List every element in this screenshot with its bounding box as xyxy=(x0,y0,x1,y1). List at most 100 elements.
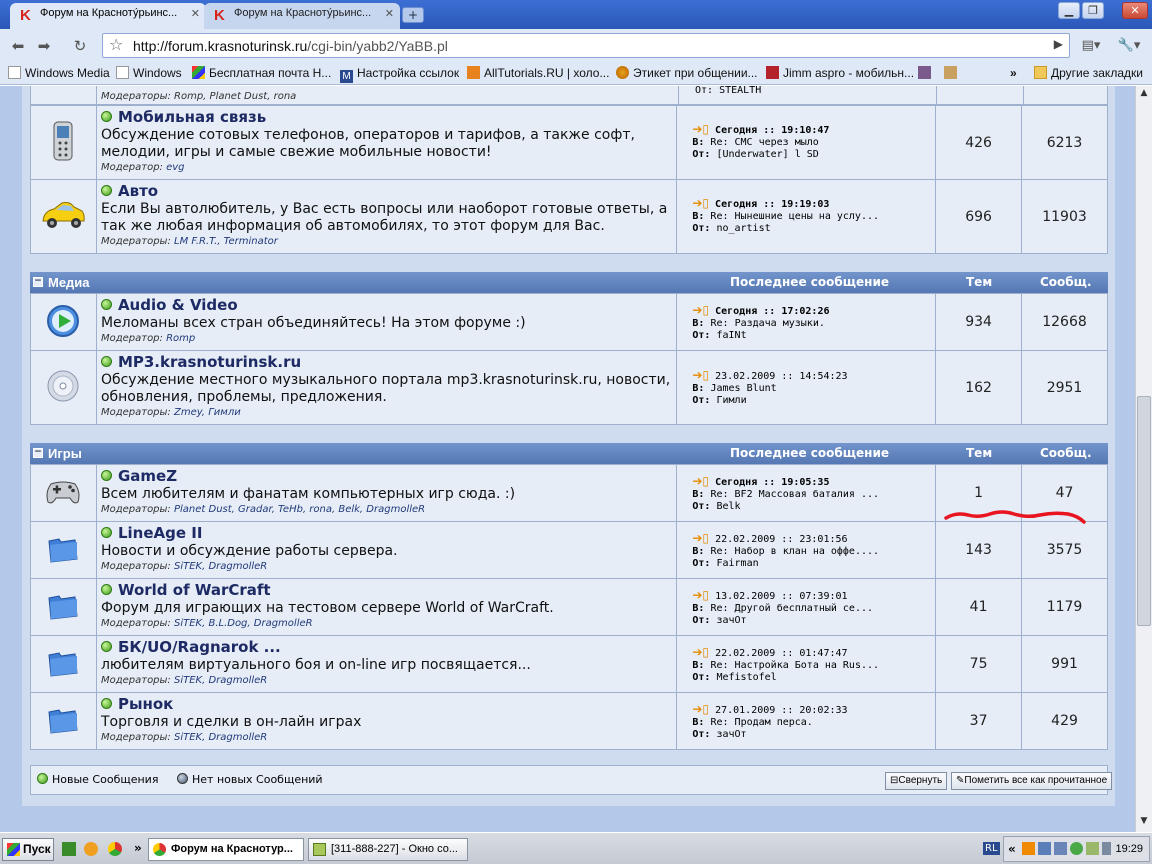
last-post-thread[interactable]: В: Re: Другой бесплатный се... xyxy=(692,603,935,615)
forum-row[interactable]: Мобильная связь Обсуждение сотовых телеф… xyxy=(30,105,1108,180)
bookmark-windows[interactable]: Windows xyxy=(116,66,182,80)
star-icon[interactable]: ☆ xyxy=(109,35,123,54)
forum-title[interactable]: Мобильная связь xyxy=(100,108,672,126)
tray-icon[interactable] xyxy=(1038,842,1051,855)
last-post-date[interactable]: ➔▯ 27.01.2009 :: 20:02:33 xyxy=(692,703,935,717)
last-post-date[interactable]: ➔▯ Сегодня :: 19:05:35 xyxy=(692,475,935,489)
forum-title[interactable]: Авто xyxy=(100,182,672,200)
maximize-button[interactable]: ❐ xyxy=(1082,2,1104,19)
last-post-date[interactable]: ➔▯ Сегодня :: 19:10:47 xyxy=(692,123,935,137)
forum-row[interactable]: БК/UO/Ragnarok ... любителям виртуальног… xyxy=(30,635,1108,693)
last-post-author[interactable]: От: зачОт xyxy=(692,729,935,741)
last-post-date[interactable]: ➔▯ 13.02.2009 :: 07:39:01 xyxy=(692,589,935,603)
quicklaunch-icon[interactable] xyxy=(84,842,98,856)
wrench-menu-icon[interactable]: 🔧▾ xyxy=(1112,35,1146,57)
forum-row[interactable]: LineAge II Новости и обсуждение работы с… xyxy=(30,521,1108,579)
tray-icon[interactable] xyxy=(1054,842,1067,855)
last-post-author[interactable]: От: faINt xyxy=(692,330,935,342)
bookmark-mail[interactable]: Бесплатная почта Н... xyxy=(192,66,331,80)
windows-logo-icon xyxy=(7,843,20,856)
bookmark-windows-media[interactable]: Windows Media xyxy=(8,66,110,80)
forum-title[interactable]: LineAge II xyxy=(100,524,672,542)
last-post-author[interactable]: От: no_artist xyxy=(692,223,935,235)
close-window-button[interactable]: ✕ xyxy=(1122,2,1148,19)
tray-icon[interactable] xyxy=(1070,842,1083,855)
last-post-thread[interactable]: В: Re: Набор в клан на оффе.... xyxy=(692,546,935,558)
language-indicator[interactable]: RL xyxy=(983,842,1000,855)
collapse-icon[interactable]: − xyxy=(33,448,43,458)
forum-title[interactable]: World of WarCraft xyxy=(100,581,672,599)
forum-title[interactable]: Рынок xyxy=(100,695,672,713)
mark-all-read-button[interactable]: ✎Пометить все как прочитанное xyxy=(951,772,1113,790)
page-menu-icon[interactable]: ▤▾ xyxy=(1076,35,1106,57)
bookmark-other-folder[interactable]: Другие закладки xyxy=(1034,66,1143,80)
quicklaunch-overflow-icon[interactable]: » xyxy=(134,841,142,855)
last-post-author[interactable]: От: Mefistofel xyxy=(692,672,935,684)
last-post-thread[interactable]: В: Re: Раздача музыки. xyxy=(692,318,935,330)
forum-row[interactable]: Рынок Торговля и сделки в он-лайн играх … xyxy=(30,692,1108,750)
tray-icon[interactable] xyxy=(1086,842,1099,855)
tray-expand-icon[interactable]: « xyxy=(1008,842,1016,856)
goto-post-icon: ➔▯ xyxy=(692,645,710,659)
last-post-thread[interactable]: В: Re: Настройка Бота на Rus... xyxy=(692,660,935,672)
category-title[interactable]: Игры xyxy=(48,446,82,461)
last-post-date[interactable]: ➔▯ Сегодня :: 17:02:26 xyxy=(692,304,935,318)
last-post-thread[interactable]: В: James Blunt xyxy=(692,383,935,395)
last-post-author[interactable]: От: [Underwater] l SD xyxy=(692,149,935,161)
reload-button[interactable]: ↻ xyxy=(68,35,92,57)
forum-title[interactable]: Audio & Video xyxy=(100,296,672,314)
forward-button[interactable]: ➡ xyxy=(32,35,56,57)
scroll-up-icon[interactable]: ▲ xyxy=(1137,88,1151,102)
vertical-scrollbar[interactable]: ▲ ▼ xyxy=(1135,86,1152,832)
bookmark-etiquette[interactable]: Этикет при общении... xyxy=(616,66,758,80)
forum-title[interactable]: БК/UO/Ragnarok ... xyxy=(100,638,672,656)
last-post-date[interactable]: ➔▯ 22.02.2009 :: 23:01:56 xyxy=(692,532,935,546)
bookmark-links-settings[interactable]: M Настройка ссылок xyxy=(340,66,459,83)
last-post-author[interactable]: От: Belk xyxy=(692,501,935,513)
forum-description: Торговля и сделки в он-лайн играх xyxy=(100,714,362,730)
chrome-icon[interactable] xyxy=(108,842,122,856)
close-tab-icon[interactable]: ✕ xyxy=(385,7,394,20)
collapse-all-button[interactable]: ⊟Свернуть xyxy=(885,772,948,790)
last-post-thread[interactable]: В: Re: Нынешние цены на услу... xyxy=(692,211,935,223)
last-post-thread[interactable]: В: Re: BF2 Массовая баталия ... xyxy=(692,489,935,501)
scroll-thumb[interactable] xyxy=(1137,396,1151,626)
collapse-icon[interactable]: − xyxy=(33,277,43,287)
volume-icon[interactable] xyxy=(1102,842,1111,855)
bookmark-icon-1[interactable] xyxy=(918,66,935,80)
close-tab-icon[interactable]: ✕ xyxy=(191,7,200,20)
forum-title[interactable]: GameZ xyxy=(100,467,672,485)
back-button[interactable]: ⬅ xyxy=(6,35,30,57)
forum-row[interactable]: World of WarCraft Форум для играющих на … xyxy=(30,578,1108,636)
forum-row[interactable]: Audio & Video Меломаны всех стран объеди… xyxy=(30,293,1108,351)
forum-row[interactable]: MP3.krasnoturinsk.ru Обсуждение местного… xyxy=(30,350,1108,425)
last-post-author[interactable]: От: зачОт xyxy=(692,615,935,627)
forum-row[interactable]: Авто Если Вы автолюбитель, у Вас есть во… xyxy=(30,179,1108,254)
forum-title[interactable]: MP3.krasnoturinsk.ru xyxy=(100,353,672,371)
last-post-date[interactable]: ➔▯ 23.02.2009 :: 14:54:23 xyxy=(692,369,935,383)
minimize-button[interactable]: ▁ xyxy=(1058,2,1080,19)
bookmark-icon-2[interactable] xyxy=(944,66,961,80)
last-post-thread[interactable]: В: Re: Продам перса. xyxy=(692,717,935,729)
tab-forum-1[interactable]: K Форум на Красноту́рьинс... ✕ xyxy=(10,3,206,29)
last-post-author[interactable]: От: Fairman xyxy=(692,558,935,570)
address-bar[interactable]: ☆ http://forum.krasnoturinsk.ru/cgi-bin/… xyxy=(102,33,1070,58)
go-icon[interactable]: ▶ xyxy=(1054,37,1063,51)
bookmark-alltutorials[interactable]: AllTutorials.RU | холо... xyxy=(467,66,609,80)
bookmarks-overflow-icon[interactable]: » xyxy=(1010,66,1017,80)
last-post-thread[interactable]: В: Re: СМС через мыло xyxy=(692,137,935,149)
last-post-author[interactable]: От: Гимли xyxy=(692,395,935,407)
tab-forum-2[interactable]: K Форум на Красноту́рьинс... ✕ xyxy=(204,3,400,29)
start-button[interactable]: Пуск xyxy=(2,838,54,861)
scroll-down-icon[interactable]: ▼ xyxy=(1137,816,1151,830)
tray-icon[interactable] xyxy=(1022,842,1035,855)
last-post-date[interactable]: ➔▯ 22.02.2009 :: 01:47:47 xyxy=(692,646,935,660)
bookmark-jimm[interactable]: Jimm aspro - мобильн... xyxy=(766,66,914,80)
task-forum-window[interactable]: Форум на Краснотур... xyxy=(148,838,304,861)
clock[interactable]: 19:29 xyxy=(1115,843,1143,855)
new-tab-button[interactable]: + xyxy=(402,7,424,23)
task-chat-window[interactable]: [311-888-227] - Окно со... xyxy=(308,838,468,861)
category-title[interactable]: Медиа xyxy=(48,275,90,290)
last-post-date[interactable]: ➔▯ Сегодня :: 19:19:03 xyxy=(692,197,935,211)
quicklaunch-icon[interactable] xyxy=(62,842,76,856)
